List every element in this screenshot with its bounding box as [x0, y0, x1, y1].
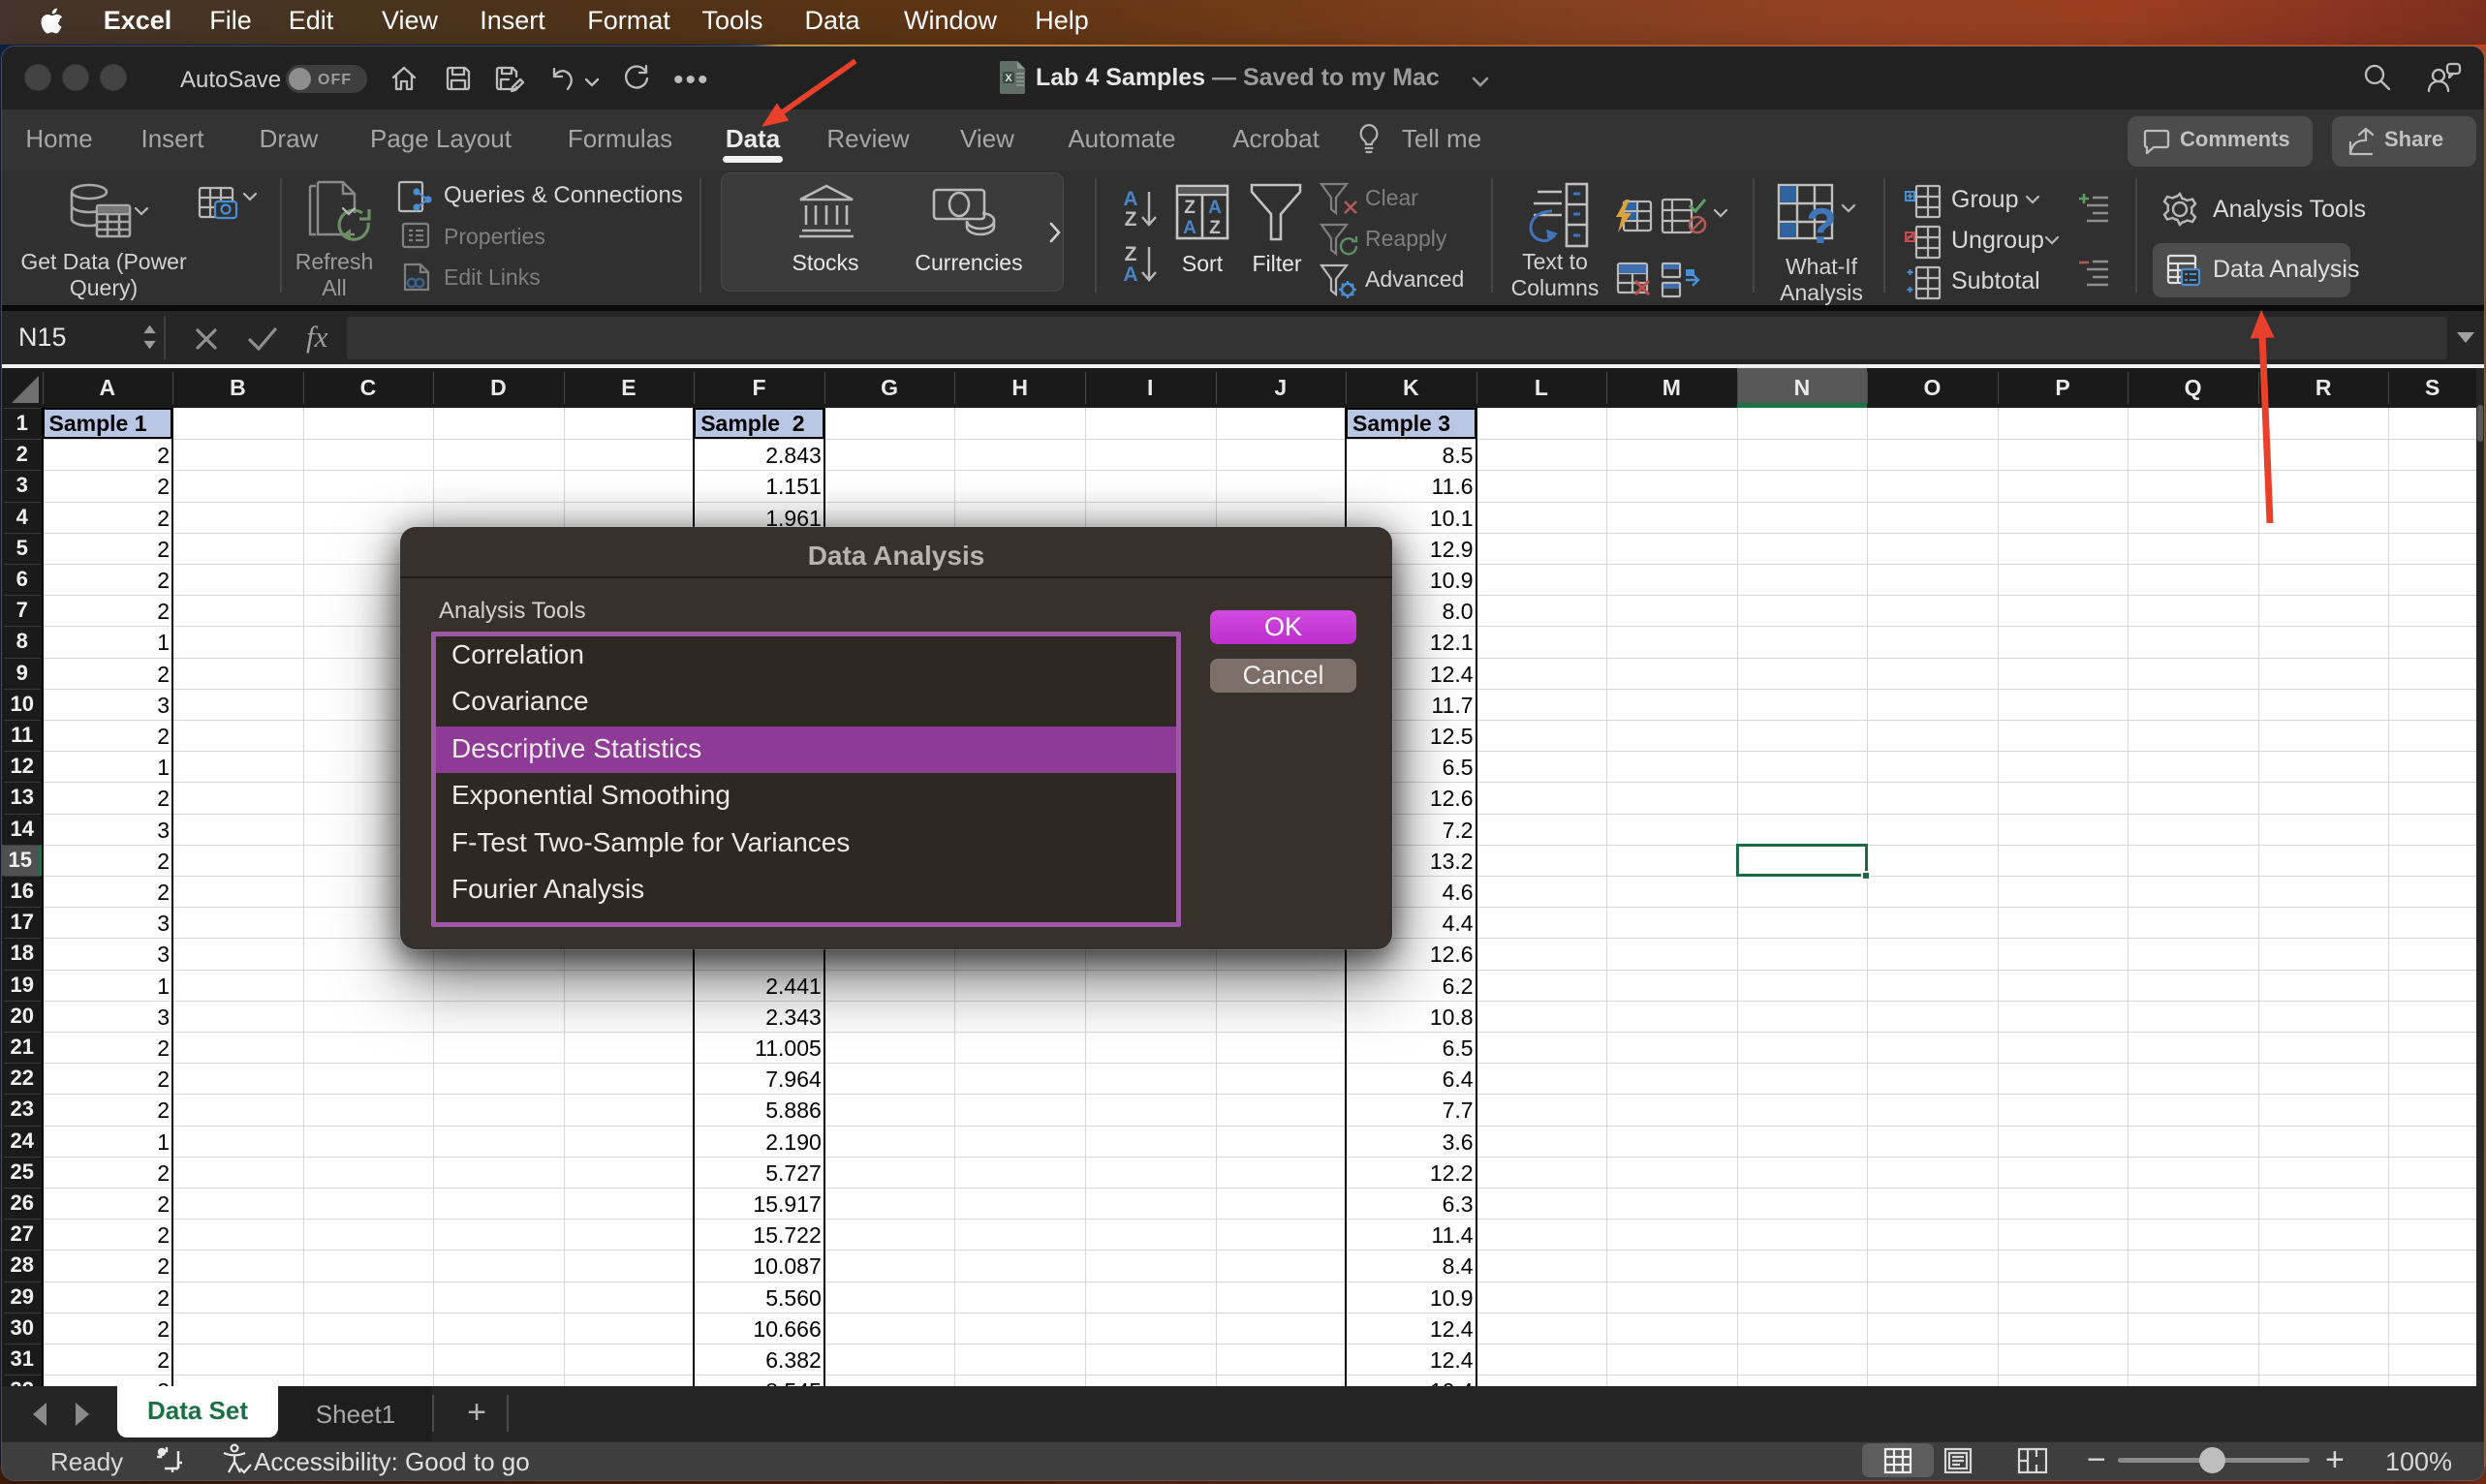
svg-text:X: X — [1005, 73, 1012, 84]
svg-text:Z: Z — [1209, 218, 1221, 238]
svg-text:A: A — [1183, 218, 1196, 238]
svg-text:Z: Z — [1125, 208, 1137, 230]
svg-text:?: ? — [1806, 199, 1837, 251]
svg-text:A: A — [1123, 189, 1137, 210]
svg-text:Z: Z — [1125, 244, 1137, 265]
svg-text:A: A — [1208, 198, 1222, 218]
svg-text:A: A — [1123, 263, 1137, 285]
svg-text:Z: Z — [1184, 198, 1196, 218]
